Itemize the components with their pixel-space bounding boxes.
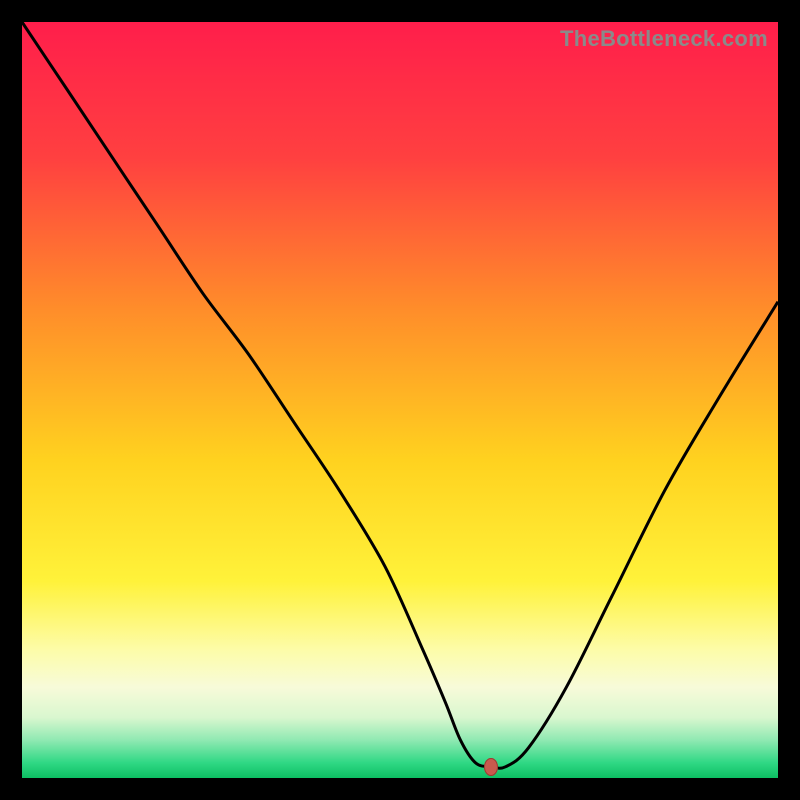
plot-area: TheBottleneck.com bbox=[22, 22, 778, 778]
optimal-point-marker bbox=[484, 758, 498, 776]
curve-path bbox=[22, 22, 778, 768]
bottleneck-curve bbox=[22, 22, 778, 778]
chart-frame: TheBottleneck.com bbox=[0, 0, 800, 800]
